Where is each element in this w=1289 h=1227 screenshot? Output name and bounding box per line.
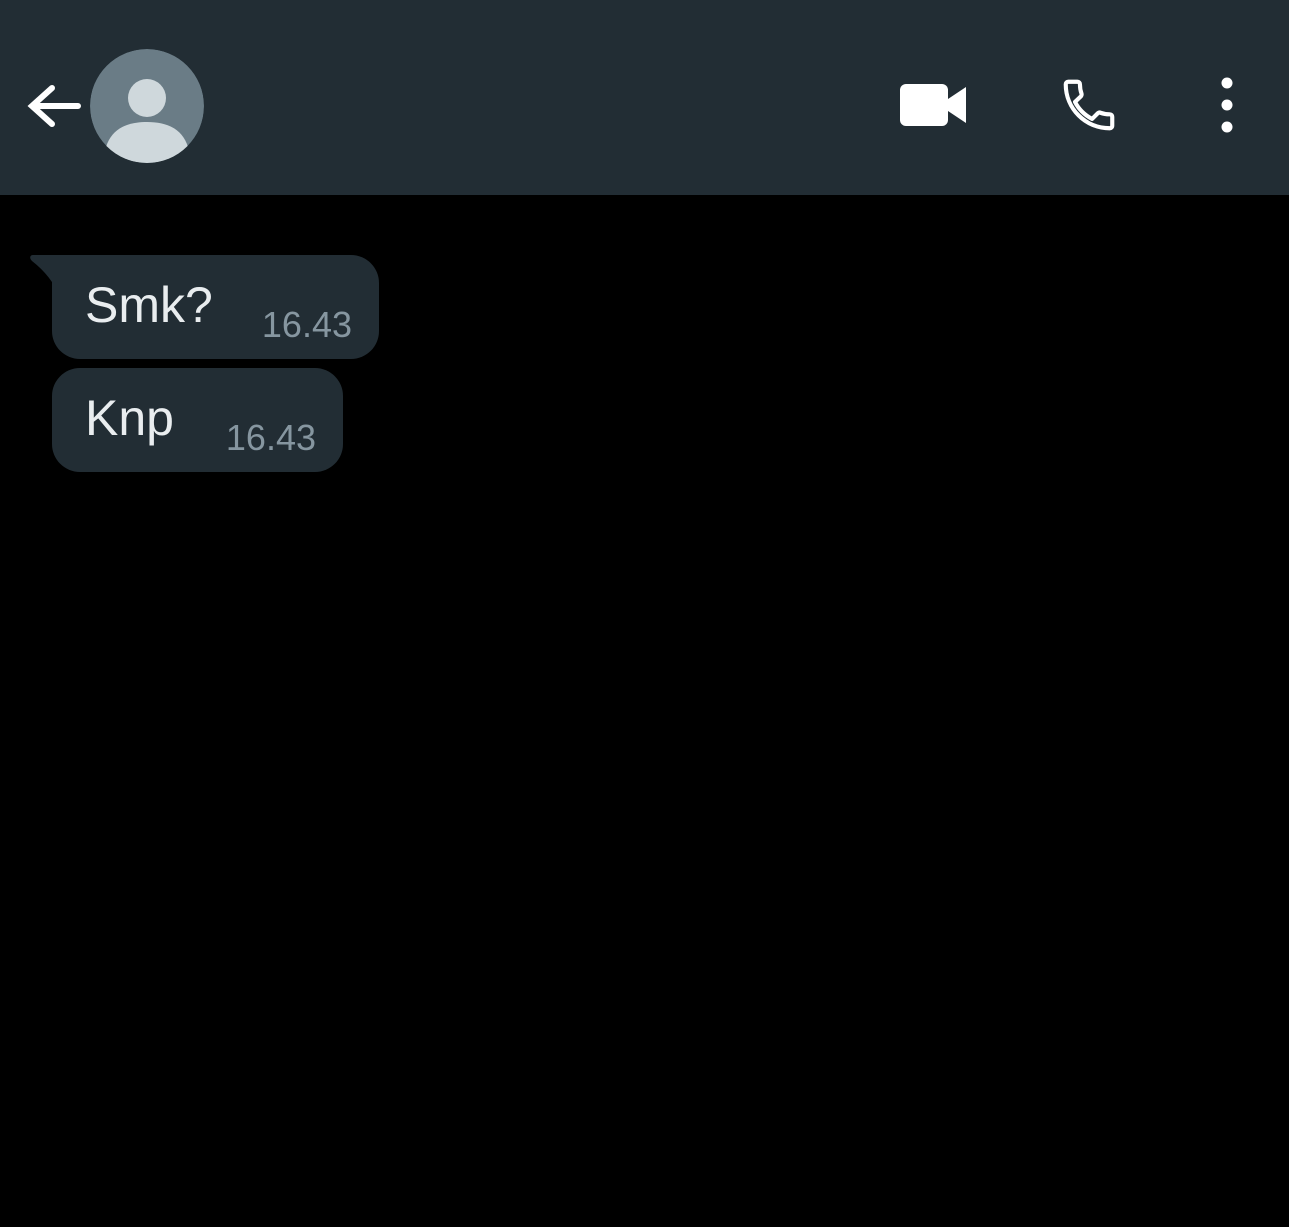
more-vertical-icon	[1221, 77, 1233, 133]
message-bubble[interactable]: Knp 16.43	[52, 368, 343, 472]
message-list: Smk? 16.43 Knp 16.43	[0, 195, 1289, 1227]
video-call-button[interactable]	[893, 70, 973, 140]
back-button[interactable]	[20, 72, 84, 136]
message-text: Knp	[85, 390, 174, 446]
chat-header	[0, 0, 1289, 195]
default-avatar-icon	[90, 49, 204, 163]
contact-avatar[interactable]	[90, 49, 204, 163]
arrow-left-icon	[27, 85, 81, 127]
video-camera-icon	[900, 84, 966, 126]
phone-icon	[1063, 79, 1115, 131]
message-bubble[interactable]: Smk? 16.43	[52, 255, 379, 359]
chat-screen: Smk? 16.43 Knp 16.43	[0, 0, 1289, 1227]
voice-call-button[interactable]	[1053, 70, 1125, 140]
message-timestamp: 16.43	[225, 417, 316, 458]
message-text: Smk?	[85, 277, 213, 333]
more-options-button[interactable]	[1205, 70, 1249, 140]
message-timestamp: 16.43	[261, 304, 352, 345]
